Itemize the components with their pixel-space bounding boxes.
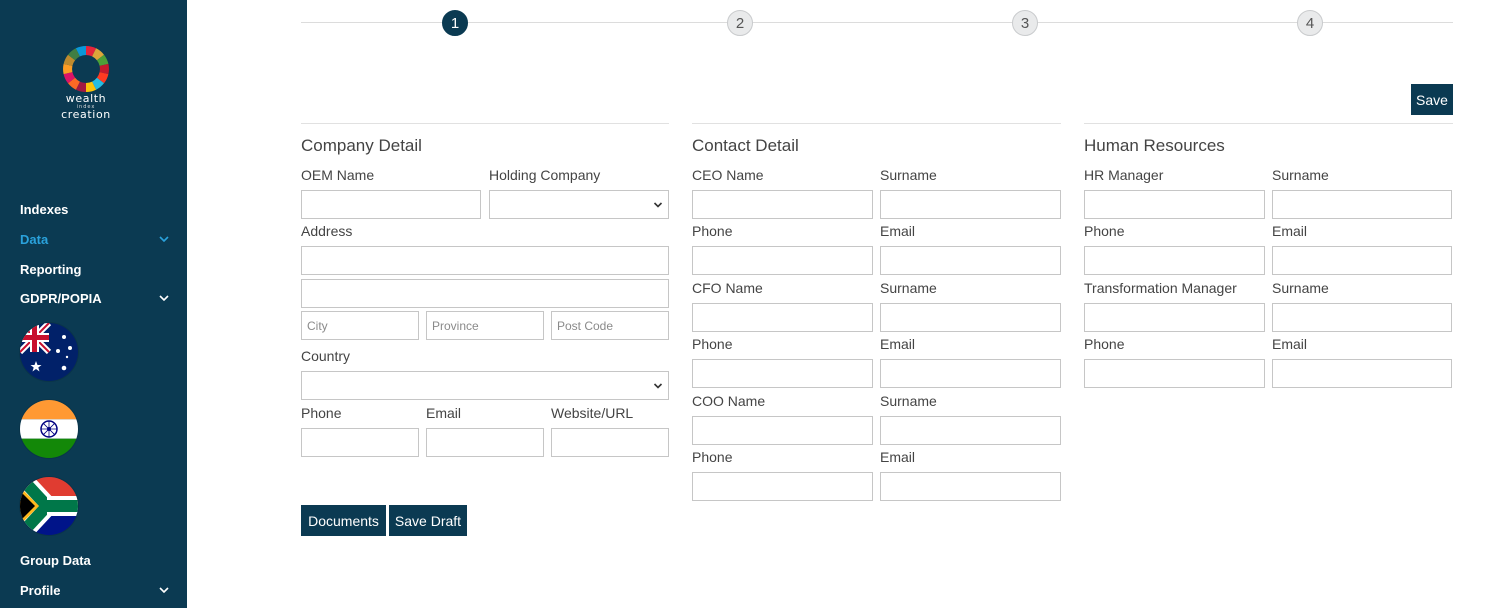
sidebar-item-label: Reporting	[20, 261, 82, 277]
hr-manager-phone-label: Phone	[1084, 223, 1125, 239]
ceo-phone-input[interactable]	[692, 246, 873, 275]
cfo-surname-label: Surname	[880, 280, 937, 296]
post-code-input[interactable]	[551, 311, 669, 340]
sidebar-item-label: GDPR/POPIA	[20, 290, 102, 306]
website-input[interactable]	[551, 428, 669, 457]
coo-surname-label: Surname	[880, 393, 937, 409]
brand-line3: creation	[61, 108, 111, 121]
ceo-phone-label: Phone	[692, 223, 733, 239]
sdg-wheel-icon	[63, 45, 109, 93]
contact-detail-title: Contact Detail	[692, 136, 799, 155]
ceo-surname-input[interactable]	[880, 190, 1061, 219]
save-button[interactable]: Save	[1411, 84, 1453, 115]
coo-email-input[interactable]	[880, 472, 1061, 501]
ceo-email-input[interactable]	[880, 246, 1061, 275]
company-email-label: Email	[426, 405, 462, 421]
south-africa-flag[interactable]	[20, 477, 78, 535]
sidebar-item-indexes[interactable]: Indexes	[20, 199, 170, 219]
chevron-down-icon	[653, 202, 663, 208]
step-3[interactable]: 3	[1012, 10, 1038, 36]
coo-phone-label: Phone	[692, 449, 733, 465]
ceo-name-label: CEO Name	[692, 167, 764, 183]
company-phone-label: Phone	[301, 405, 342, 421]
sidebar-item-label: Profile	[20, 582, 61, 598]
coo-email-label: Email	[880, 449, 916, 465]
hr-manager-email-label: Email	[1272, 223, 1308, 239]
company-email-input[interactable]	[426, 428, 544, 457]
province-input[interactable]	[426, 311, 544, 340]
australia-flag[interactable]	[20, 323, 78, 381]
chevron-down-icon	[158, 292, 170, 304]
address-line2-input[interactable]	[301, 279, 669, 308]
india-flag[interactable]	[20, 400, 78, 458]
cfo-surname-input[interactable]	[880, 303, 1061, 332]
hr-manager-phone-input[interactable]	[1084, 246, 1265, 275]
sidebar-item-label: Indexes	[20, 201, 69, 217]
coo-surname-input[interactable]	[880, 416, 1061, 445]
address-line1-input[interactable]	[301, 246, 669, 275]
transformation-manager-surname-input[interactable]	[1272, 303, 1452, 332]
save-draft-button[interactable]: Save Draft	[389, 505, 467, 536]
hr-manager-input[interactable]	[1084, 190, 1265, 219]
chevron-down-icon	[158, 584, 170, 596]
hr-manager-label: HR Manager	[1084, 167, 1164, 183]
chevron-down-icon	[653, 383, 663, 389]
transformation-manager-phone-input[interactable]	[1084, 359, 1265, 388]
sidebar-item-data[interactable]: Data	[20, 229, 170, 249]
cfo-phone-input[interactable]	[692, 359, 873, 388]
cfo-phone-label: Phone	[692, 336, 733, 352]
step-2[interactable]: 2	[727, 10, 753, 36]
sidebar-item-gdpr-popia[interactable]: GDPR/POPIA	[20, 288, 170, 308]
sidebar-item-reporting[interactable]: Reporting	[20, 259, 170, 279]
brand-wordmark: wealth index creation	[56, 93, 116, 121]
step-1[interactable]: 1	[442, 10, 468, 36]
company-detail-title: Company Detail	[301, 136, 422, 155]
section-divider	[1084, 123, 1453, 124]
transformation-manager-surname-label: Surname	[1272, 280, 1329, 296]
holding-company-label: Holding Company	[489, 167, 601, 183]
sidebar-item-group-data[interactable]: Group Data	[20, 550, 170, 570]
ceo-email-label: Email	[880, 223, 916, 239]
ceo-surname-label: Surname	[880, 167, 937, 183]
address-label: Address	[301, 223, 353, 239]
hr-manager-email-input[interactable]	[1272, 246, 1452, 275]
cfo-name-input[interactable]	[692, 303, 873, 332]
transformation-manager-input[interactable]	[1084, 303, 1265, 332]
cfo-email-input[interactable]	[880, 359, 1061, 388]
city-input[interactable]	[301, 311, 419, 340]
cfo-name-label: CFO Name	[692, 280, 763, 296]
documents-button[interactable]: Documents	[301, 505, 386, 536]
transformation-manager-email-label: Email	[1272, 336, 1308, 352]
company-phone-input[interactable]	[301, 428, 419, 457]
hr-manager-surname-label: Surname	[1272, 167, 1329, 183]
brand-logo[interactable]: wealth index creation	[56, 44, 116, 120]
transformation-manager-phone-label: Phone	[1084, 336, 1125, 352]
ceo-name-input[interactable]	[692, 190, 873, 219]
transformation-manager-label: Transformation Manager	[1084, 280, 1237, 296]
transformation-manager-email-input[interactable]	[1272, 359, 1452, 388]
website-label: Website/URL	[551, 405, 634, 421]
hr-manager-surname-input[interactable]	[1272, 190, 1452, 219]
country-label: Country	[301, 348, 351, 364]
coo-name-input[interactable]	[692, 416, 873, 445]
country-select[interactable]	[301, 371, 669, 400]
cfo-email-label: Email	[880, 336, 916, 352]
sidebar-item-profile[interactable]: Profile	[20, 580, 170, 600]
oem-name-label: OEM Name	[301, 167, 375, 183]
sidebar: wealth index creation Indexes Data Repor…	[0, 0, 187, 608]
holding-company-select[interactable]	[489, 190, 669, 219]
human-resources-title: Human Resources	[1084, 136, 1225, 155]
coo-phone-input[interactable]	[692, 472, 873, 501]
chevron-down-icon	[158, 233, 170, 245]
section-divider	[301, 123, 669, 124]
coo-name-label: COO Name	[692, 393, 766, 409]
sidebar-item-label: Group Data	[20, 552, 91, 568]
oem-name-input[interactable]	[301, 190, 481, 219]
section-divider	[692, 123, 1061, 124]
sidebar-item-label: Data	[20, 231, 49, 247]
stepper-track	[301, 22, 1453, 23]
step-4[interactable]: 4	[1297, 10, 1323, 36]
